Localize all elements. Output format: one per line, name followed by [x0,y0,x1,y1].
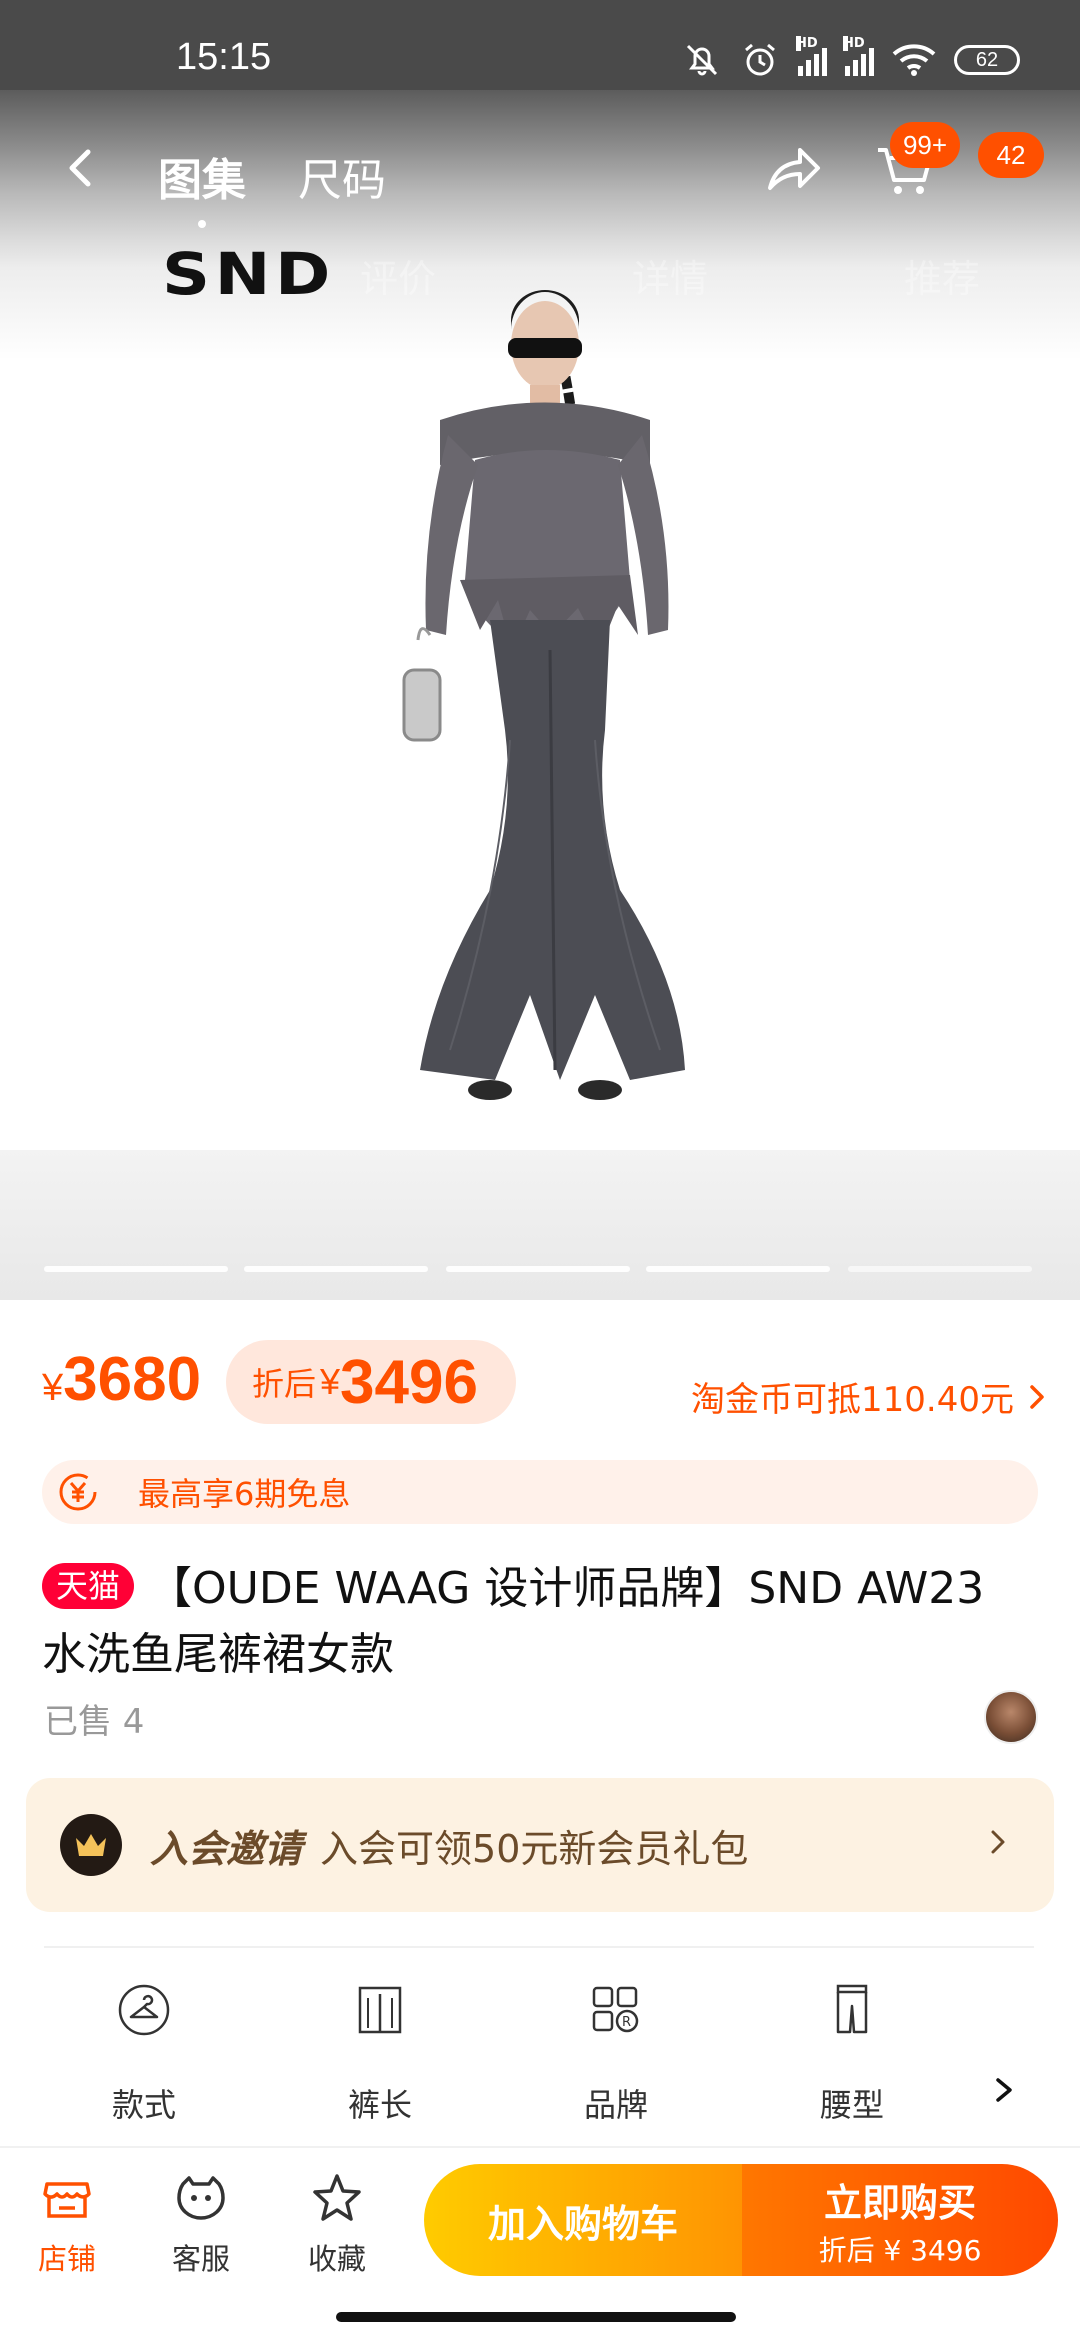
favorite-button[interactable]: 收藏 [282,2170,392,2278]
add-to-cart-button[interactable]: 加入购物车 [424,2164,742,2276]
product-title-text: 【OUDE WAAG 设计师品牌】SND AW23 水洗鱼尾裤裙女款 [42,1563,985,1680]
gallery-indicator-1 [44,1266,228,1272]
store-icon [43,2182,91,2218]
discount-price-pill: 折后 ¥3496 [226,1340,516,1424]
price-row: ¥3680 折后 ¥3496 淘金币可抵110.40元 [0,1300,1080,1450]
brand-icon: R [592,1986,639,2033]
gallery-indicator-3 [446,1266,630,1272]
attribute-waist[interactable]: 腰型 [782,1980,922,2126]
message-count-badge[interactable]: 42 [978,132,1044,178]
sold-count: 已售 4 [44,1702,145,1742]
attribute-brand[interactable]: R 品牌 [546,1980,686,2126]
crown-icon [60,1814,122,1876]
svg-text:R: R [622,2015,631,2030]
status-icons: HD HD 62 [682,36,1020,80]
status-time: 15:15 [176,36,272,78]
service-chat-icon [177,2176,225,2220]
customer-service-button[interactable]: 客服 [146,2170,256,2278]
chevron-right-icon[interactable] [992,2070,1018,2110]
product-attributes: 款式 裤长 R 品牌 腰型 [0,1980,1080,2130]
product-gallery[interactable]: SND 评价 详情 推荐 图集 尺码 99+ 42 [0,90,1080,1300]
tmall-badge: 天猫 [42,1563,135,1609]
store-button[interactable]: 店铺 [12,2170,122,2278]
home-indicator[interactable] [336,2312,736,2322]
tab-size[interactable]: 尺码 [298,144,386,208]
member-invite-title: 入会邀请 [150,1826,303,1871]
back-icon[interactable] [52,138,112,198]
battery-indicator: 62 [954,45,1020,75]
alarm-icon [745,43,775,76]
star-icon [313,2174,361,2221]
trouser-length-icon [358,1986,402,2034]
member-invite-card[interactable]: 入会邀请 入会可领50元新会员礼包 [26,1778,1054,1912]
avatar[interactable] [984,1690,1038,1744]
product-photo [402,290,685,1100]
tab-gallery[interactable]: 图集 [158,144,246,228]
wifi-icon [892,44,936,76]
original-price: ¥3680 [42,1345,202,1414]
attribute-trouser-length[interactable]: 裤长 [310,1980,450,2126]
installment-text: 最高享6期免息 [138,1475,351,1513]
waist-icon [836,1984,868,2034]
divider [44,1946,1034,1948]
signal-icon-2: HD [843,36,874,76]
share-icon[interactable] [760,138,824,202]
product-title: 天猫 【OUDE WAAG 设计师品牌】SND AW23 水洗鱼尾裤裙女款 [42,1556,1022,1688]
coin-offset-link[interactable]: 淘金币可抵110.40元 [691,1372,1046,1421]
signal-icon: HD [796,36,827,76]
cart-count-badge: 99+ [890,122,960,168]
section-tab-recommend[interactable]: 推荐 [904,248,980,303]
installment-banner[interactable]: 最高享6期免息 [42,1460,1038,1524]
member-invite-text: 入会可领50元新会员礼包 [320,1826,749,1871]
active-tab-dot [198,220,206,228]
buy-now-button[interactable]: 立即购买 折后 ¥ 3496 [742,2164,1058,2276]
purchase-actions: 加入购物车 立即购买 折后 ¥ 3496 [424,2164,1058,2276]
chevron-right-icon [991,1830,1005,1854]
gallery-indicator-4 [646,1266,830,1272]
chevron-right-icon [1030,1384,1044,1409]
status-bar: 15:15 HD HD 62 [0,0,1080,90]
gallery-indicator-2 [244,1266,428,1272]
yen-circle-icon [59,1473,97,1511]
mute-bell-icon [686,44,718,76]
top-nav: 图集 尺码 99+ 42 [0,120,1080,228]
bottom-action-bar: 店铺 客服 收藏 加入购物车 立即购买 折后 ¥ 3496 [0,2146,1080,2340]
hanger-icon [118,1984,170,2036]
attribute-style[interactable]: 款式 [74,1980,214,2126]
gallery-indicator-5 [848,1266,1032,1272]
